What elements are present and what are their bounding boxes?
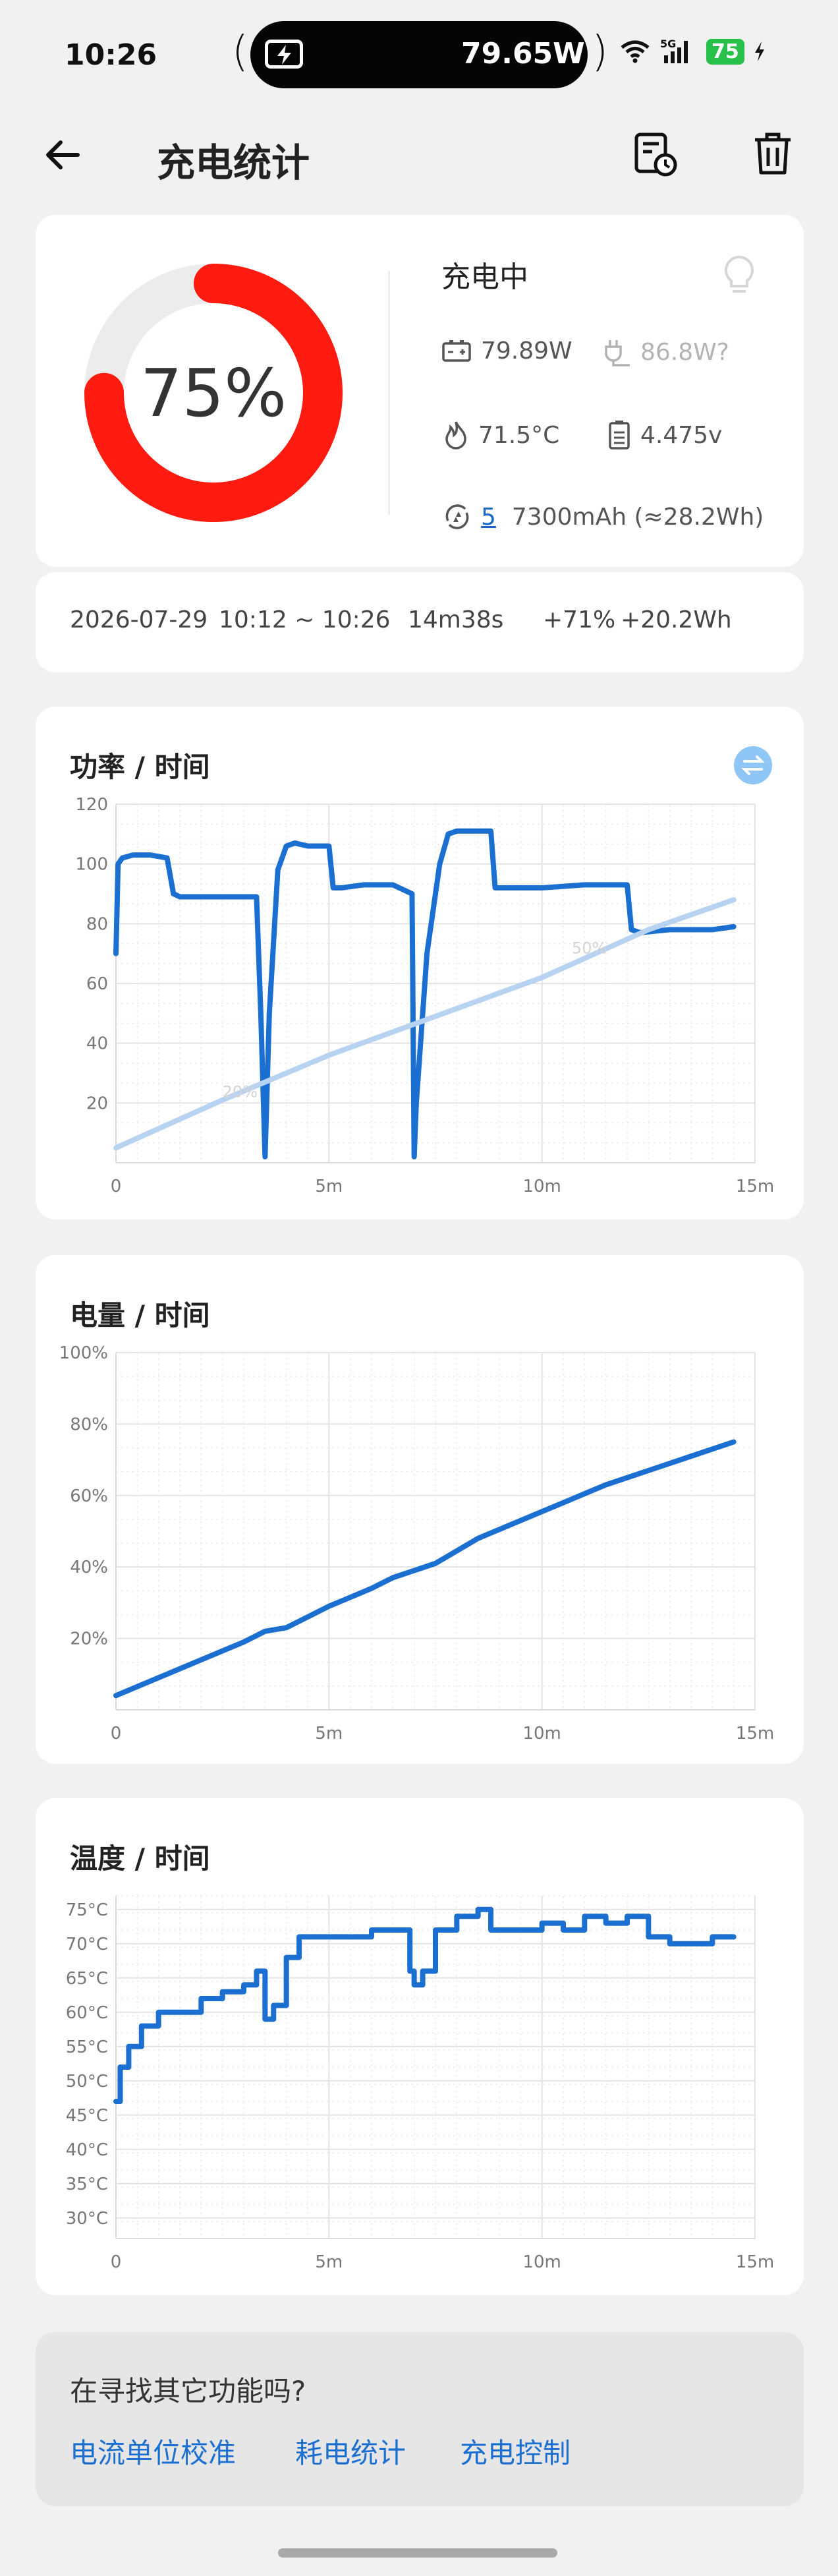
- charging-status: 充电中: [441, 260, 528, 294]
- y-tick-label: 40%: [70, 1558, 108, 1577]
- delete-button[interactable]: [750, 129, 800, 179]
- clipboard-battery-icon: [609, 421, 630, 450]
- y-tick-label: 35°C: [66, 2175, 108, 2194]
- find-more-title: 在寻找其它功能吗?: [70, 2375, 306, 2407]
- y-tick-label: 100%: [59, 1343, 108, 1363]
- y-tick-label: 20%: [70, 1629, 108, 1649]
- schedule-history-icon: [634, 132, 677, 177]
- battery-time-chart: 0 5m 10m 15m 20% 40% 60% 80% 100%: [59, 1343, 775, 1743]
- temp-chart-card: 温度 / 时间 0 5m 10m 15m 30°C 35°C 40°C 45°C 50°C 55°…: [36, 1798, 804, 2295]
- power-time-chart: 0 5m 10m 15m 20 40 60 80 100 120 20% 50%: [75, 795, 774, 1196]
- x-tick-label: 0: [111, 1177, 122, 1196]
- x-tick-label: 5m: [315, 1177, 343, 1196]
- temperature-value: 71.5°C: [478, 421, 560, 449]
- wifi-icon: [621, 40, 650, 63]
- status-icons: 5G 75: [619, 38, 766, 65]
- temperature-series-line: [113, 1906, 737, 2104]
- max-power-value: 86.8W?: [640, 338, 729, 366]
- network-type-label: 5G: [660, 38, 676, 50]
- charging-battery-icon: [265, 40, 303, 69]
- battery-percent-label: 75%: [140, 354, 287, 432]
- voltage-stat: 4.475v: [606, 419, 722, 451]
- island-left-bracket: (: [232, 28, 248, 76]
- y-tick-label: 60: [86, 974, 108, 994]
- session-percent-gain: +71%: [543, 606, 616, 633]
- y-tick-label: 60°C: [66, 2003, 108, 2023]
- page-title: 充电统计: [157, 140, 310, 185]
- session-card[interactable]: 2026-07-29 10:12 ~ 10:26 14m38s +71% +20…: [36, 572, 804, 672]
- cycle-count-link[interactable]: 5: [481, 504, 496, 531]
- voltage-value: 4.475v: [640, 421, 723, 449]
- x-tick-label: 0: [111, 2252, 122, 2272]
- x-tick-label: 5m: [315, 1724, 343, 1743]
- y-tick-label: 40°C: [66, 2140, 108, 2160]
- y-tick-label: 65°C: [66, 1969, 108, 1989]
- y-tick-label: 20: [86, 1094, 108, 1113]
- battery-chart-card: 电量 / 时间 0 5m 10m 15m 20% 40% 60% 80% 100%: [36, 1255, 804, 1764]
- power-value: 79.89W: [481, 337, 573, 365]
- max-power-stat: 86.8W?: [601, 337, 729, 366]
- flame-icon: [445, 421, 466, 450]
- temperature-stat: 71.5°C: [441, 419, 559, 451]
- session-duration: 14m38s: [408, 606, 504, 633]
- y-tick-label: 80: [86, 914, 108, 934]
- session-date: 2026-07-29: [70, 606, 208, 633]
- tip-button[interactable]: [721, 253, 758, 299]
- x-tick-label: 15m: [736, 1724, 774, 1743]
- y-tick-label: 55°C: [66, 2037, 108, 2057]
- power-chart-card: 功率 / 时间 0 5m 10m 15m 20 40 60 80 100 120 20% 50%: [36, 707, 804, 1219]
- status-time: 10:26: [65, 38, 157, 72]
- session-time-range: 10:12 ~ 10:26: [219, 606, 391, 633]
- island-power-text: 79.65W: [461, 37, 585, 71]
- status-bar: 10:26 ( ) 79.65W 5G 75: [0, 0, 838, 112]
- battery-level-badge: 75: [706, 38, 744, 65]
- x-tick-label: 10m: [522, 2252, 561, 2272]
- find-more-card: 在寻找其它功能吗? 电流单位校准 耗电统计 充电控制: [36, 2332, 804, 2506]
- x-tick-label: 0: [111, 1724, 122, 1743]
- x-tick-label: 15m: [736, 1177, 774, 1196]
- temperature-time-chart: 0 5m 10m 15m 30°C 35°C 40°C 45°C 50°C 55°C 60°C 65°…: [66, 1895, 774, 2272]
- y-tick-label: 70°C: [66, 1935, 108, 1954]
- cycle-icon: [445, 504, 469, 529]
- power-stat: 79.89W: [441, 337, 573, 365]
- arrow-left-icon: [46, 140, 80, 169]
- battery-icon: [442, 339, 471, 362]
- history-button[interactable]: [630, 129, 680, 179]
- y-tick-label: 40: [86, 1034, 108, 1054]
- y-tick-label: 45°C: [66, 2106, 108, 2126]
- trash-icon: [755, 132, 791, 175]
- signal-icon: 5G: [660, 38, 688, 63]
- summary-card: 75% 充电中 79.89W 86.8W? 71.5°C 4.475v 5 73…: [36, 215, 804, 567]
- home-indicator[interactable]: [278, 2548, 557, 2558]
- x-tick-label: 10m: [522, 1177, 561, 1196]
- power-usage-stats-link[interactable]: 耗电统计: [295, 2431, 406, 2471]
- battery-level-series-line: [113, 1439, 737, 1699]
- capacity-value: 7300mAh (≈28.2Wh): [511, 503, 764, 531]
- divider: [388, 271, 390, 515]
- charge-control-link[interactable]: 充电控制: [460, 2431, 571, 2471]
- session-energy-gain: +20.2Wh: [621, 606, 732, 633]
- back-button[interactable]: [40, 132, 86, 178]
- plug-icon: [605, 340, 630, 366]
- x-tick-label: 10m: [522, 1724, 561, 1743]
- y-tick-label: 30°C: [66, 2209, 108, 2229]
- island-right-bracket: ): [592, 28, 608, 76]
- chart-annotation: 20%: [223, 1082, 258, 1101]
- lightbulb-icon: [725, 255, 754, 293]
- charging-bolt-icon: [754, 42, 764, 61]
- x-tick-label: 15m: [736, 2252, 774, 2272]
- battery-percent-series-line: [113, 897, 737, 1151]
- chart-annotation: 50%: [572, 939, 607, 958]
- current-unit-calibration-link[interactable]: 电流单位校准: [70, 2431, 236, 2471]
- y-tick-label: 80%: [70, 1415, 108, 1434]
- y-tick-label: 50°C: [66, 2072, 108, 2092]
- y-tick-label: 75°C: [66, 1900, 108, 1920]
- y-tick-label: 100: [75, 855, 108, 875]
- capacity-stat: 5 7300mAh (≈28.2Wh): [441, 501, 764, 533]
- y-tick-label: 120: [75, 795, 108, 815]
- x-tick-label: 5m: [315, 2252, 343, 2272]
- y-tick-label: 60%: [70, 1486, 108, 1506]
